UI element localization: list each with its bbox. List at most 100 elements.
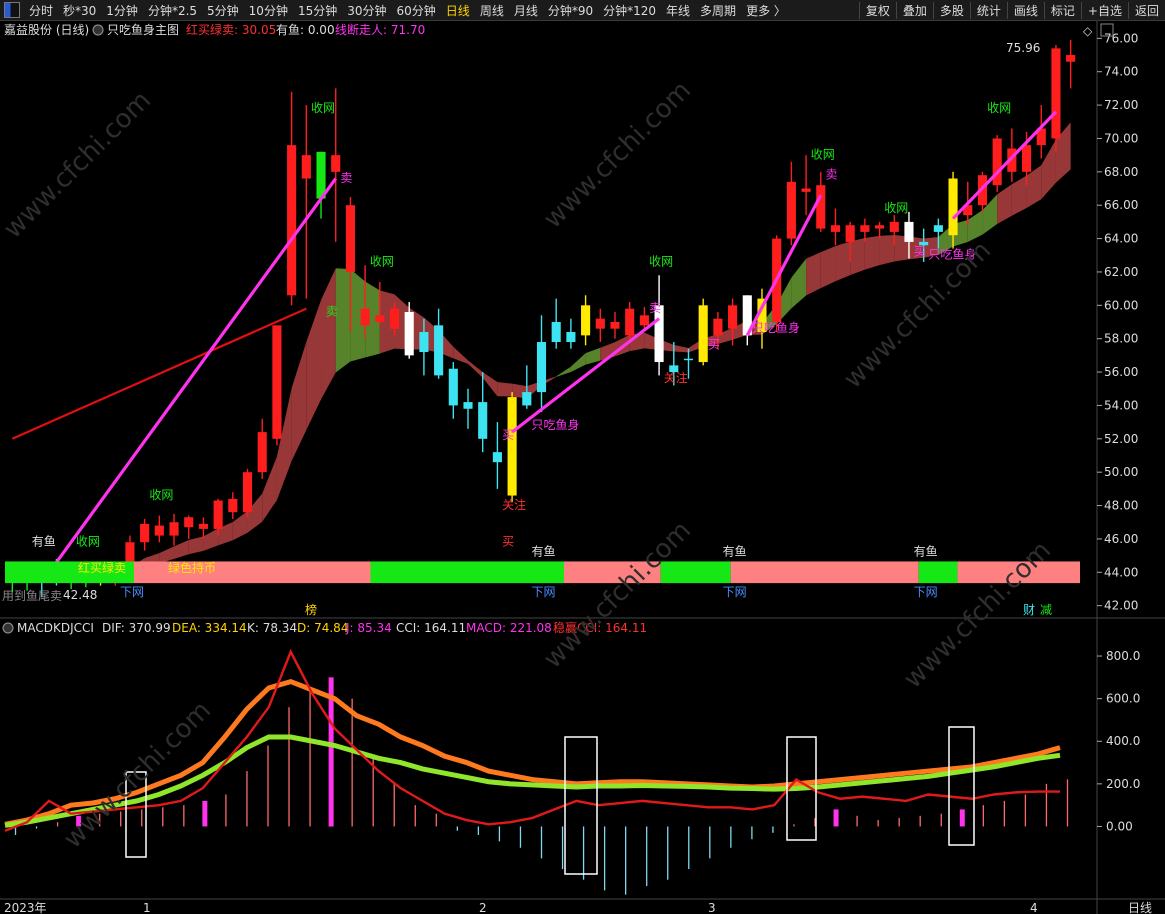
candle-body xyxy=(566,332,576,343)
d-value: D: 74.84 xyxy=(297,621,348,635)
watch-label: 关注 xyxy=(502,497,526,512)
candle-body xyxy=(536,342,547,393)
shouwang-label: 收网 xyxy=(149,488,173,502)
toolbar-action-button[interactable]: +自选 xyxy=(1080,1,1128,19)
period-tab[interactable]: 日线 xyxy=(441,2,475,19)
period-tab[interactable]: 分钟*2.5 xyxy=(143,2,202,19)
candle-body xyxy=(683,358,694,361)
toolbar-action-button[interactable]: 标记 xyxy=(1043,1,1081,19)
ribbon-segment xyxy=(820,246,836,289)
sell-label: 卖 xyxy=(825,168,837,182)
youyu-label: 有鱼 xyxy=(914,544,938,558)
signal-box xyxy=(125,771,147,858)
candle-body xyxy=(698,305,708,363)
buy-label: 买 xyxy=(708,338,720,352)
candle-body xyxy=(522,392,532,406)
y-tick-label: 600.0 xyxy=(1106,692,1140,706)
period-tab[interactable]: 1分钟 xyxy=(101,2,143,19)
ribbon-segment xyxy=(556,366,571,377)
candle-body xyxy=(257,432,267,473)
period-tab[interactable]: 15分钟 xyxy=(293,2,342,19)
period-tab[interactable]: 月线 xyxy=(509,2,543,19)
diamond-icon[interactable]: ◇ xyxy=(1083,24,1093,38)
y-tick-label: 200.0 xyxy=(1106,777,1140,791)
toolbar-action-button[interactable]: 复权 xyxy=(858,1,896,19)
candle-body xyxy=(213,500,223,529)
candlesticks xyxy=(7,40,1076,598)
candle-body xyxy=(933,225,943,232)
candle-body xyxy=(786,181,796,239)
y-tick-label: 68.00 xyxy=(1104,165,1138,179)
low-price-label: 42.48 xyxy=(63,588,97,602)
candle-body xyxy=(728,305,738,329)
youyu-label: 有鱼 xyxy=(32,535,56,549)
ribbon-segment xyxy=(203,528,219,551)
rank-mark: 榜 xyxy=(305,602,317,617)
period-tab[interactable]: 分钟*90 xyxy=(543,2,598,19)
x-axis-label: 4 xyxy=(1030,901,1038,914)
fish-body-label: 只吃鱼身 xyxy=(752,320,800,335)
indicator-settings-icon[interactable] xyxy=(92,24,104,36)
period-tab[interactable]: 周线 xyxy=(475,2,509,19)
xiawang-label: 下网 xyxy=(120,585,144,599)
y-tick-label: 46.00 xyxy=(1104,532,1138,546)
toolbar-action-button[interactable]: 叠加 xyxy=(895,1,933,19)
ribbon-segment xyxy=(585,347,601,365)
ribbon-segment xyxy=(879,235,895,266)
toolbar-action-button[interactable]: 多股 xyxy=(932,1,970,19)
candle-body xyxy=(1021,145,1032,172)
toolbar-action-button[interactable]: 画线 xyxy=(1006,1,1044,19)
period-tab[interactable]: 5分钟 xyxy=(202,2,244,19)
indicator-axis: 0.00 200.0 400.0 600.0 800.0 xyxy=(1097,649,1140,833)
period-label: 日线 xyxy=(1128,901,1152,914)
ribbon-segment xyxy=(835,241,851,282)
period-tab[interactable]: 分钟*120 xyxy=(598,2,661,19)
band-segment xyxy=(957,561,1080,584)
ribbon-segment xyxy=(188,536,204,555)
toolbar-action-button[interactable]: 统计 xyxy=(969,1,1007,19)
ribbon-segment xyxy=(673,344,689,353)
candle-body xyxy=(581,305,591,336)
x-axis-label: 3 xyxy=(708,901,716,914)
period-tab[interactable]: 年线 xyxy=(661,2,695,19)
cci-value: CCI: 164.11 xyxy=(396,621,466,635)
reduce-mark: 减 xyxy=(1040,603,1052,617)
candle-body xyxy=(492,452,502,463)
candle-body xyxy=(875,225,885,229)
y-tick-label: 64.00 xyxy=(1104,232,1138,246)
xiawang-label: 下网 xyxy=(532,585,556,599)
period-tab[interactable]: 多周期 xyxy=(695,2,741,19)
period-tab[interactable]: 更多 〉 xyxy=(741,2,791,19)
y-tick-label: 56.00 xyxy=(1104,365,1138,379)
watch-label: 关注 xyxy=(664,370,688,385)
signal-labels: 收网卖收网卖收网买只吃鱼身关注买收网卖关注买只吃鱼身收网卖收网买 只吃鱼身收网有鱼… xyxy=(32,101,1011,549)
ribbon-segment xyxy=(1011,175,1027,216)
candle-body xyxy=(948,178,958,236)
shouwang-label: 收网 xyxy=(76,535,100,549)
candle-body xyxy=(140,523,150,543)
period-tab[interactable]: 分时 xyxy=(24,2,58,19)
fish-tail-note: 用到鱼尾卖 xyxy=(2,589,62,603)
period-tab[interactable]: 秒*30 xyxy=(58,2,101,19)
ribbon-segment xyxy=(291,341,307,462)
candle-body xyxy=(889,221,899,232)
indicator-name: 只吃鱼身主图 xyxy=(107,22,179,37)
candle-body xyxy=(448,368,458,406)
ribbon-segment xyxy=(497,382,513,397)
period-tab[interactable]: 10分钟 xyxy=(244,2,293,19)
sub-indicator-settings-icon[interactable] xyxy=(2,622,14,634)
ribbon-segment xyxy=(306,300,322,430)
dea-value: DEA: 334.14 xyxy=(172,621,247,635)
shouwang-label: 收网 xyxy=(311,101,335,115)
x-axis-label: 2023年 xyxy=(4,901,47,914)
y-tick-label: 54.00 xyxy=(1104,398,1138,412)
period-tab[interactable]: 30分钟 xyxy=(342,2,391,19)
candle-body xyxy=(801,188,811,192)
band-segment xyxy=(730,561,919,584)
toolbar-action-button[interactable]: 返回 xyxy=(1127,1,1165,19)
period-tab[interactable]: 60分钟 xyxy=(392,2,441,19)
fish-body-label: 只吃鱼身 xyxy=(532,417,580,432)
ribbon-segment xyxy=(806,252,821,296)
panel-toggle-icon[interactable] xyxy=(4,2,20,18)
y-tick-label: 72.00 xyxy=(1104,98,1138,112)
